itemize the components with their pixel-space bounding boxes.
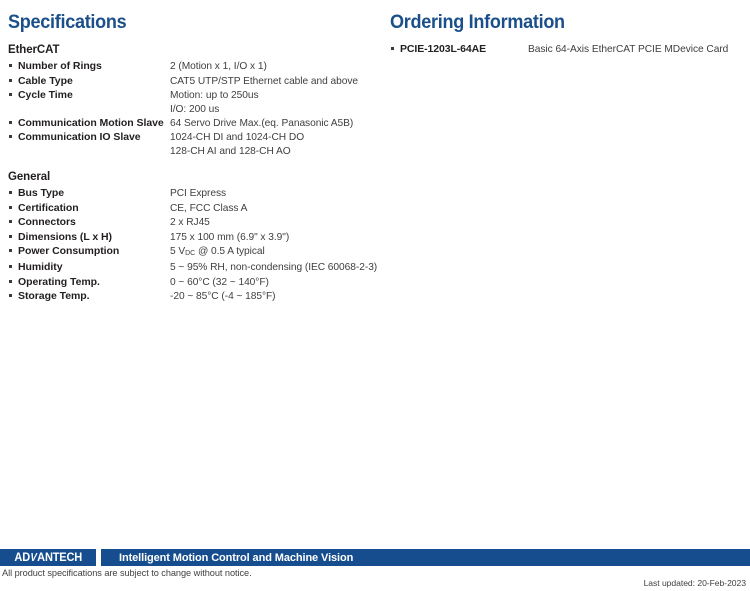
- spec-value: CE, FCC Class A: [170, 202, 248, 214]
- logo-text-pre: AD: [14, 551, 30, 564]
- spec-value: 2 (Motion x 1, I/O x 1): [170, 61, 267, 73]
- footer-disclaimer: All product specifications are subject t…: [2, 568, 252, 578]
- spec-label: Cable Type: [18, 74, 73, 87]
- bullet-icon: [8, 202, 18, 216]
- bullet-icon: [8, 89, 18, 103]
- spec-value: Motion: up to 250us I/O: 200 us: [170, 90, 259, 115]
- spec-row: Communication Motion Slave 64 Servo Drive…: [8, 117, 380, 131]
- spec-row: Humidity 5 ~ 95% RH, non-condensing (IEC …: [8, 261, 380, 275]
- logo-text-post: ANTECH: [36, 551, 82, 564]
- spec-row: Cable Type CAT5 UTP/STP Ethernet cable an…: [8, 74, 380, 88]
- spec-label: Power Consumption: [18, 244, 120, 257]
- spec-group-heading: EtherCAT: [8, 44, 60, 56]
- specification-groups: EtherCAT Number of Rings 2 (Motion x 1, I/…: [8, 43, 380, 304]
- spec-value: 64 Servo Drive Max.(eq. Panasonic A5B): [170, 118, 354, 130]
- bullet-icon: [8, 261, 18, 275]
- spec-value: 2 x RJ45: [170, 217, 210, 229]
- spec-group: EtherCAT Number of Rings 2 (Motion x 1, I/…: [8, 43, 380, 159]
- spec-value: -20 ~ 85°C (-4 ~ 185°F): [170, 291, 276, 303]
- spec-row: Bus Type PCI Express: [8, 187, 380, 201]
- ordering-part-number: PCIE-1203L-64AE: [400, 43, 487, 55]
- spec-label: Connectors: [18, 216, 76, 229]
- ordering-information-title: Ordering Information: [390, 12, 565, 33]
- advantech-logo-text: ADVANTECH: [14, 552, 82, 564]
- spec-label: Cycle Time: [18, 89, 73, 102]
- spec-row: Cycle Time Motion: up to 250us I/O: 200 u…: [8, 89, 380, 117]
- spec-row: Power Consumption 5 VDC @ 0.5 A typical: [8, 245, 380, 261]
- spec-row: Operating Temp. 0 ~ 60°C (32 ~ 140°F): [8, 275, 380, 289]
- spec-row: Communication IO Slave 1024-CH DI and 102…: [8, 131, 380, 159]
- spec-value: 175 x 100 mm (6.9" x 3.9"): [170, 231, 290, 243]
- spec-group-heading: General: [8, 171, 51, 184]
- ordering-description: Basic 64-Axis EtherCAT PCIE MDevice Card: [528, 44, 729, 55]
- spec-row: Storage Temp. -20 ~ 85°C (-4 ~ 185°F): [8, 290, 380, 304]
- bullet-icon: [8, 131, 18, 145]
- ordering-information-column: Ordering Information PCIE-1203L-64AE Basi…: [390, 12, 742, 57]
- spec-value: 0 ~ 60°C (32 ~ 140°F): [170, 276, 269, 288]
- bullet-icon: [8, 231, 18, 245]
- spec-label: Communication IO Slave: [18, 131, 141, 144]
- spec-row: Number of Rings 2 (Motion x 1, I/O x 1): [8, 60, 380, 74]
- bullet-icon: [8, 117, 18, 131]
- spec-label: Dimensions (L x H): [18, 230, 113, 243]
- bullet-icon: [8, 290, 18, 304]
- bullet-icon: [390, 43, 400, 57]
- footer-tagline-bar: Intelligent Motion Control and Machine V…: [101, 549, 750, 566]
- spec-label: Storage Temp.: [18, 290, 90, 303]
- spec-value: 1024-CH DI and 1024-CH DO 128-CH AI and …: [170, 132, 305, 158]
- spec-label: Communication Motion Slave: [18, 117, 164, 130]
- bullet-icon: [8, 75, 18, 89]
- datasheet-page: Specifications EtherCAT Number of Rings 2 …: [0, 0, 750, 549]
- spec-label: Certification: [18, 201, 79, 214]
- spec-label: Bus Type: [18, 187, 65, 200]
- spec-label: Humidity: [18, 261, 63, 274]
- spec-group: General Bus Type PCI Express Certification C…: [8, 170, 380, 304]
- spec-value: 5 VDC @ 0.5 A typical: [170, 245, 265, 257]
- footer-brand-bar: ADVANTECH Intelligent Motion Control and…: [0, 549, 750, 566]
- page-footer: ADVANTECH Intelligent Motion Control and…: [0, 549, 750, 591]
- spec-row: Connectors 2 x RJ45: [8, 216, 380, 230]
- bullet-icon: [8, 187, 18, 201]
- bullet-icon: [8, 245, 18, 259]
- specifications-title: Specifications: [8, 12, 127, 33]
- bullet-icon: [8, 60, 18, 74]
- ordering-items: PCIE-1203L-64AE Basic 64-Axis EtherCAT PC…: [390, 43, 742, 57]
- spec-label: Operating Temp.: [18, 275, 100, 288]
- spec-label: Number of Rings: [18, 60, 102, 73]
- spec-value: 5 ~ 95% RH, non-condensing (IEC 60068-2-…: [170, 262, 378, 274]
- spec-value: PCI Express: [170, 188, 227, 200]
- footer-tagline: Intelligent Motion Control and Machine V…: [119, 551, 354, 564]
- spec-row: Dimensions (L x H) 175 x 100 mm (6.9" x 3…: [8, 230, 380, 244]
- bullet-icon: [8, 216, 18, 230]
- ordering-item-row: PCIE-1203L-64AE Basic 64-Axis EtherCAT PC…: [390, 43, 742, 57]
- spec-value: CAT5 UTP/STP Ethernet cable and above: [170, 75, 359, 87]
- advantech-logo: ADVANTECH: [0, 549, 96, 566]
- spec-row: Certification CE, FCC Class A: [8, 201, 380, 215]
- footer-last-updated: Last updated: 20-Feb-2023: [643, 578, 746, 588]
- bullet-icon: [8, 276, 18, 290]
- specifications-column: Specifications EtherCAT Number of Rings 2 …: [8, 12, 380, 304]
